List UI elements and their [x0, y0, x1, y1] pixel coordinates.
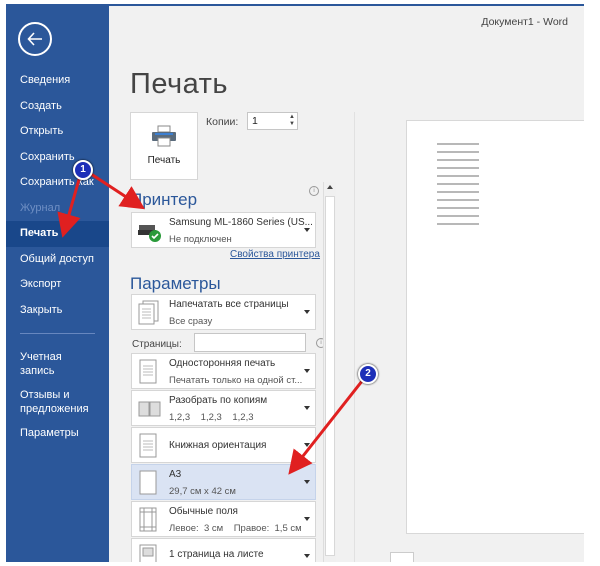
paper-size-icon — [139, 470, 157, 495]
chevron-down-icon — [304, 554, 310, 558]
sidebar-item-save-as[interactable]: Сохранить как — [6, 170, 109, 196]
copies-input[interactable]: 1 ▲ ▼ — [247, 112, 298, 130]
preview-text-line — [437, 199, 479, 201]
orientation-title: Книжная ориентация — [169, 440, 267, 451]
scrollbar-thumb[interactable] — [325, 196, 335, 556]
sidebar-item-new[interactable]: Создать — [6, 94, 109, 120]
pages-input[interactable] — [194, 333, 306, 352]
pages-icon — [138, 300, 159, 325]
sidebar-item-open[interactable]: Открыть — [6, 119, 109, 145]
printer-status: Не подключен — [169, 234, 232, 245]
printer-icon — [152, 125, 176, 147]
preview-text-line — [437, 151, 479, 153]
one-sided-icon — [139, 359, 157, 384]
collate-dropdown[interactable]: Разобрать по копиям 1,2,3 1,2,3 1,2,3 — [131, 390, 316, 426]
printer-properties-link[interactable]: Свойства принтера — [230, 249, 320, 260]
sides-dropdown[interactable]: Односторонняя печать Печатать только на … — [131, 353, 316, 389]
back-button[interactable] — [18, 22, 52, 56]
portrait-icon — [139, 433, 157, 458]
scroll-up-icon[interactable] — [327, 185, 333, 189]
chevron-down-icon — [304, 480, 310, 484]
preview-text-line — [437, 215, 479, 217]
chevron-down-icon — [304, 517, 310, 521]
margins-dropdown[interactable]: Обычные поля Левое: 3 см Правое: 1,5 см — [131, 501, 316, 537]
sidebar-item-account[interactable]: Учетная запись — [6, 346, 109, 384]
sidebar-item-export[interactable]: Экспорт — [6, 272, 109, 298]
settings-scrollbar[interactable] — [323, 182, 336, 562]
sidebar-item-options[interactable]: Параметры — [6, 422, 109, 446]
copies-label: Копии: — [206, 116, 239, 128]
chevron-down-icon — [304, 369, 310, 373]
annotation-badge-1: 1 — [73, 160, 93, 180]
preview-text-line — [437, 143, 479, 145]
preview-text-line — [437, 223, 479, 225]
collate-icon — [138, 401, 161, 417]
chevron-down-icon — [304, 443, 310, 447]
sidebar-item-feedback[interactable]: Отзывы и предложения — [6, 384, 109, 422]
paper-size-dropdown[interactable]: A3 29,7 см x 42 см — [131, 464, 316, 500]
annotation-badge-2: 2 — [358, 364, 378, 384]
page-title: Печать — [130, 68, 229, 100]
sidebar-item-close[interactable]: Закрыть — [6, 298, 109, 324]
arrow-left-icon — [27, 32, 42, 46]
page-number-input[interactable] — [390, 552, 414, 562]
pages-per-sheet-icon — [139, 544, 157, 562]
sidebar-item-save[interactable]: Сохранить — [6, 145, 109, 171]
paper-size-subtitle: 29,7 см x 42 см — [169, 486, 236, 497]
preview-divider — [354, 112, 355, 562]
preview-text-line — [437, 191, 479, 193]
printer-name: Samsung ML-1860 Series (US... — [169, 217, 313, 228]
collate-subtitle: 1,2,3 1,2,3 1,2,3 — [169, 412, 254, 423]
collate-title: Разобрать по копиям — [169, 395, 268, 406]
copies-value: 1 — [252, 115, 258, 127]
preview-text-line — [437, 207, 479, 209]
settings-section-title: Параметры — [130, 274, 221, 293]
backstage-sidebar: Сведения Создать Открыть Сохранить Сохра… — [6, 6, 109, 562]
sides-title: Односторонняя печать — [169, 358, 276, 369]
print-preview-page — [406, 120, 584, 534]
print-button-label: Печать — [147, 155, 181, 166]
paper-size-title: A3 — [169, 469, 182, 480]
sidebar-item-info[interactable]: Сведения — [6, 68, 109, 94]
orientation-dropdown[interactable]: Книжная ориентация — [131, 427, 316, 463]
print-range-subtitle: Все сразу — [169, 316, 213, 327]
sidebar-item-history: Журнал — [20, 201, 61, 214]
sides-subtitle: Печатать только на одной ст... — [169, 375, 303, 386]
print-button[interactable]: Печать — [130, 112, 198, 180]
word-backstage-window: Сведения Создать Открыть Сохранить Сохра… — [6, 4, 584, 562]
print-range-title: Напечатать все страницы — [169, 299, 289, 310]
preview-text-line — [437, 183, 479, 185]
sidebar-item-print[interactable]: Печать — [6, 221, 109, 247]
pages-per-sheet-title: 1 страница на листе — [169, 549, 264, 560]
margins-icon — [139, 507, 157, 532]
print-range-dropdown[interactable]: Напечатать все страницы Все сразу — [131, 294, 316, 330]
sidebar-nav: Сведения Создать Открыть Сохранить Сохра… — [6, 68, 109, 446]
printer-info-icon[interactable]: i — [309, 186, 319, 196]
printer-dropdown[interactable]: Samsung ML-1860 Series (US... Не подключ… — [131, 212, 316, 248]
copies-spinner[interactable]: ▲ ▼ — [289, 114, 295, 128]
margins-subtitle: Левое: 3 см Правое: 1,5 см — [169, 523, 302, 534]
chevron-down-icon — [304, 310, 310, 314]
pages-per-sheet-dropdown[interactable]: 1 страница на листе — [131, 538, 316, 562]
chevron-down-icon — [304, 406, 310, 410]
chevron-down-icon — [304, 228, 310, 232]
margins-title: Обычные поля — [169, 506, 238, 517]
sidebar-divider — [20, 333, 95, 334]
pages-label: Страницы: — [132, 339, 182, 350]
preview-text-line — [437, 175, 479, 177]
preview-text-line — [437, 167, 479, 169]
printer-status-icon — [138, 225, 161, 242]
printer-section-title: Принтер — [130, 190, 198, 209]
preview-text-line — [437, 159, 479, 161]
sidebar-item-share[interactable]: Общий доступ — [6, 247, 109, 273]
window-title: Документ1 - Word — [481, 16, 568, 28]
